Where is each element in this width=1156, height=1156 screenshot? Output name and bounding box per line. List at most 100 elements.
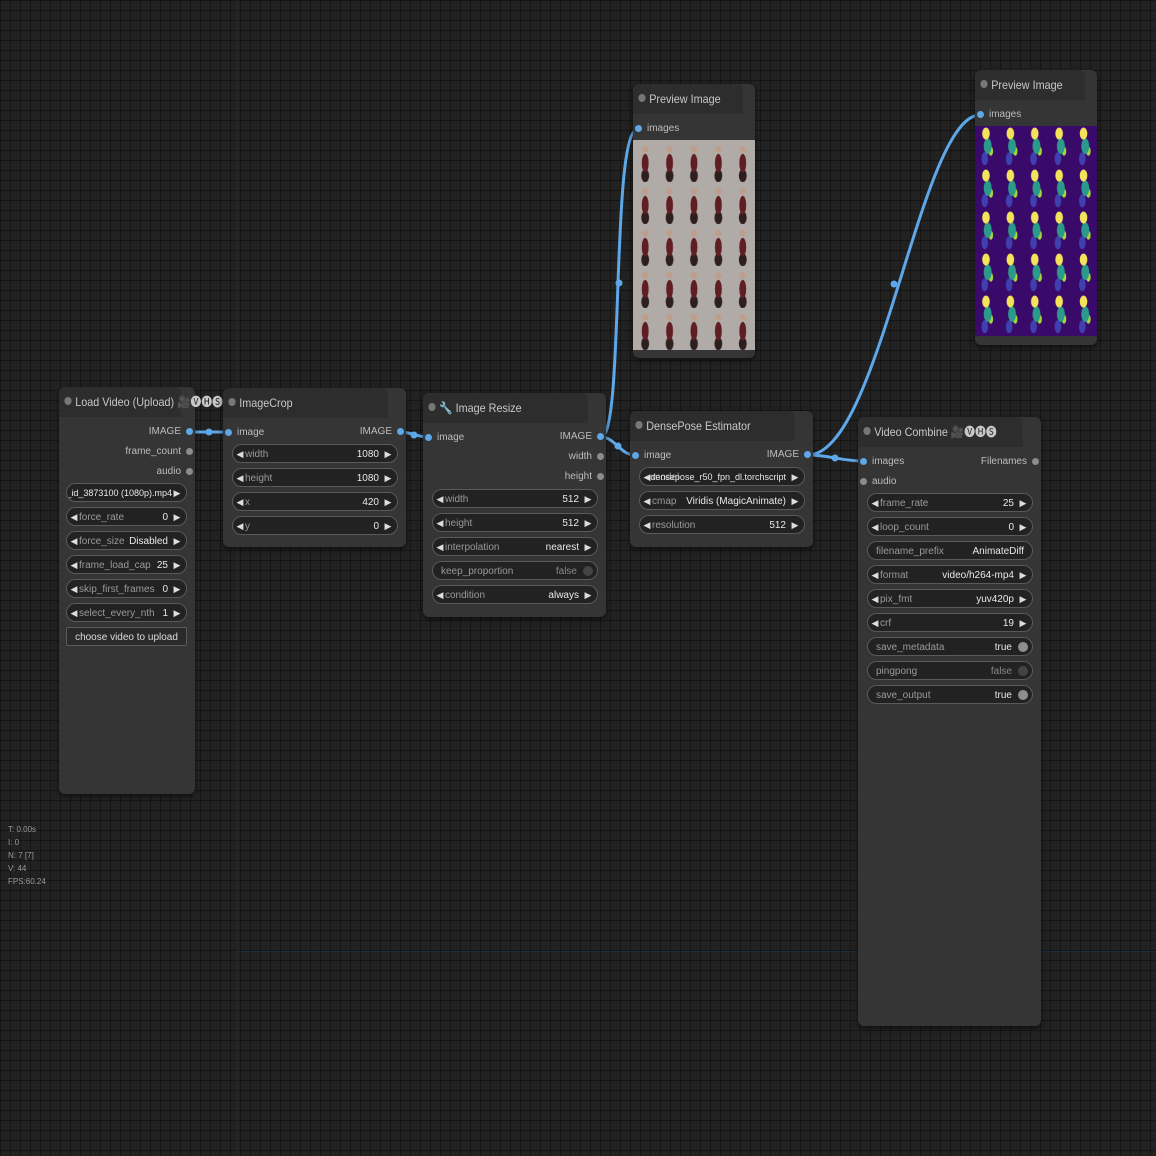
slot-dot-icon[interactable] [597,453,604,460]
skip-first-frames-widget[interactable]: ◀ skip_first_frames 0 ▶ [66,579,187,598]
arrow-left-icon[interactable]: ◀ [69,508,79,525]
toggle-knob-icon[interactable] [583,566,593,576]
slot-dot-icon[interactable] [425,434,432,441]
arrow-left-icon[interactable]: ◀ [642,516,652,533]
slot-dot-icon[interactable] [186,468,193,475]
choose-video-button[interactable]: choose video to upload [66,627,187,646]
output-slot-image[interactable]: IMAGE [560,430,604,444]
arrow-right-icon[interactable]: ▶ [172,580,182,597]
collapse-dot-icon[interactable] [863,427,871,435]
slot-dot-icon[interactable] [597,433,604,440]
output-slot-audio[interactable]: audio [157,465,193,479]
densepose-preview-grid[interactable] [975,126,1097,336]
collapse-dot-icon[interactable] [64,397,72,405]
condition-widget[interactable]: ◀ condition always ▶ [432,585,598,604]
output-slot-image[interactable]: IMAGE [149,425,193,439]
output-slot-height[interactable]: height [565,470,604,484]
arrow-right-icon[interactable]: ▶ [172,532,182,549]
input-slot-images[interactable]: images [635,122,679,136]
slot-dot-icon[interactable] [225,429,232,436]
preview-image-node-1[interactable]: Preview Image images [633,84,755,358]
height-widget[interactable]: ◀ height 1080 ▶ [232,468,398,487]
arrow-right-icon[interactable]: ▶ [583,490,593,507]
node-title-bar[interactable]: DensePose Estimator [630,411,795,441]
slot-dot-icon[interactable] [1032,458,1039,465]
force-size-widget[interactable]: ◀ force_size Disabled ▶ [66,531,187,550]
arrow-right-icon[interactable]: ▶ [583,586,593,603]
preview-image-grid[interactable] [633,140,755,350]
input-slot-image[interactable]: image [632,449,671,463]
arrow-left-icon[interactable]: ◀ [435,538,445,555]
node-title-bar[interactable]: Video Combine 🎥🅥🅗🅢 [858,417,1023,447]
image-crop-node[interactable]: ImageCrop image IMAGE ◀ width 1080 ▶ ◀ heigh… [223,388,406,547]
arrow-right-icon[interactable]: ▶ [383,517,393,534]
input-slot-images[interactable]: images [860,455,904,469]
arrow-left-icon[interactable]: ◀ [870,566,880,583]
arrow-right-icon[interactable]: ▶ [583,514,593,531]
input-slot-image[interactable]: image [225,426,264,440]
arrow-right-icon[interactable]: ▶ [383,493,393,510]
collapse-dot-icon[interactable] [228,398,236,406]
arrow-left-icon[interactable]: ◀ [435,586,445,603]
arrow-right-icon[interactable]: ▶ [1018,518,1028,535]
model-widget[interactable]: ◀ model densepose_r50_fpn_dl.torchscript ▶ [639,467,805,486]
output-slot-width[interactable]: width [569,450,604,464]
arrow-left-icon[interactable]: ◀ [69,580,79,597]
load-video-node[interactable]: Load Video (Upload) 🎥🅥🅗🅢 IMAGE frame_cou… [59,387,223,794]
force-rate-widget[interactable]: ◀ force_rate 0 ▶ [66,507,187,526]
filename-prefix-input[interactable]: filename_prefix AnimateDiff [867,541,1033,560]
arrow-right-icon[interactable]: ▶ [790,492,800,509]
arrow-right-icon[interactable]: ▶ [790,516,800,533]
arrow-left-icon[interactable]: ◀ [642,492,652,509]
select-every-nth-widget[interactable]: ◀ select_every_nth 1 ▶ [66,603,187,622]
save-output-toggle[interactable]: save_output true [867,685,1033,704]
arrow-right-icon[interactable]: ▶ [383,469,393,486]
resolution-widget[interactable]: ◀ resolution 512 ▶ [639,515,805,534]
image-resize-node[interactable]: 🔧 Image Resize image IMAGE width height … [423,393,606,617]
output-slot-image[interactable]: IMAGE [767,448,811,462]
node-title-bar[interactable]: Preview Image [975,70,1085,100]
format-widget[interactable]: ◀ format video/h264-mp4 ▶ [867,565,1033,584]
output-slot-filenames[interactable]: Filenames [981,455,1039,469]
slot-dot-icon[interactable] [977,111,984,118]
arrow-left-icon[interactable]: ◀ [235,493,245,510]
slot-dot-icon[interactable] [635,125,642,132]
input-slot-audio[interactable]: audio [860,475,896,489]
arrow-left-icon[interactable]: ◀ [870,494,880,511]
slot-dot-icon[interactable] [804,451,811,458]
loop-count-widget[interactable]: ◀ loop_count 0 ▶ [867,517,1033,536]
keep-proportion-toggle[interactable]: keep_proportion false [432,561,598,580]
slot-dot-icon[interactable] [632,452,639,459]
arrow-right-icon[interactable]: ▶ [172,508,182,525]
arrow-left-icon[interactable]: ◀ [235,445,245,462]
arrow-right-icon[interactable]: ▶ [172,604,182,621]
arrow-right-icon[interactable]: ▶ [172,484,182,501]
height-widget[interactable]: ◀ height 512 ▶ [432,513,598,532]
node-title-bar[interactable]: 🔧 Image Resize [423,393,588,423]
preview-image-node-2[interactable]: Preview Image images [975,70,1097,345]
collapse-dot-icon[interactable] [635,421,643,429]
collapse-dot-icon[interactable] [638,94,646,102]
slot-dot-icon[interactable] [860,478,867,485]
arrow-left-icon[interactable]: ◀ [870,614,880,631]
node-title-bar[interactable]: Load Video (Upload) 🎥🅥🅗🅢 [59,387,223,417]
toggle-knob-icon[interactable] [1018,642,1028,652]
arrow-right-icon[interactable]: ▶ [1018,590,1028,607]
pingpong-toggle[interactable]: pingpong false [867,661,1033,680]
x-widget[interactable]: ◀ x 420 ▶ [232,492,398,511]
width-widget[interactable]: ◀ width 1080 ▶ [232,444,398,463]
arrow-right-icon[interactable]: ▶ [172,556,182,573]
pix-fmt-widget[interactable]: ◀ pix_fmt yuv420p ▶ [867,589,1033,608]
input-slot-image[interactable]: image [425,431,464,445]
collapse-dot-icon[interactable] [428,403,436,411]
y-widget[interactable]: ◀ y 0 ▶ [232,516,398,535]
toggle-knob-icon[interactable] [1018,666,1028,676]
collapse-dot-icon[interactable] [980,80,988,88]
arrow-left-icon[interactable]: ◀ [870,590,880,607]
arrow-left-icon[interactable]: ◀ [435,490,445,507]
arrow-right-icon[interactable]: ▶ [383,445,393,462]
output-slot-frame-count[interactable]: frame_count [125,445,193,459]
arrow-left-icon[interactable]: ◀ [69,604,79,621]
slot-dot-icon[interactable] [186,448,193,455]
arrow-right-icon[interactable]: ▶ [1018,494,1028,511]
